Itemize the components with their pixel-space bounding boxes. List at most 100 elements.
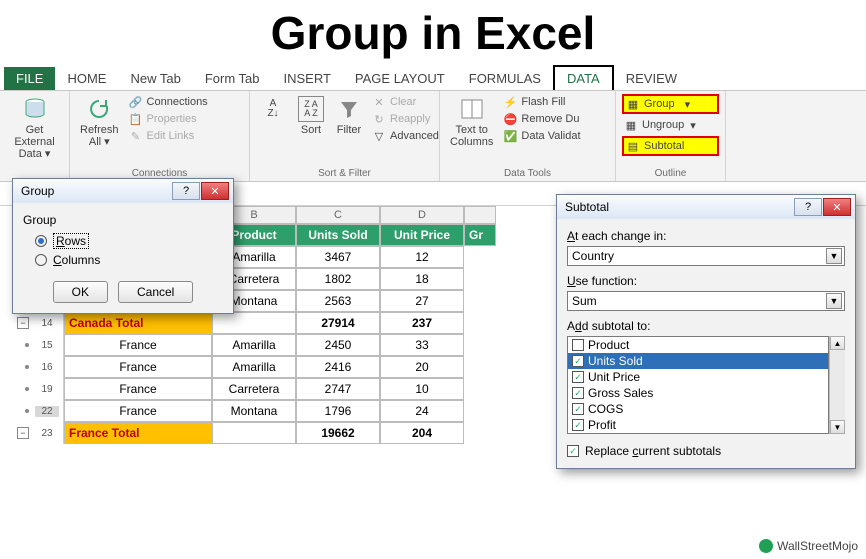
cell-price[interactable]: 27 — [380, 290, 464, 312]
cell-country[interactable]: France Total — [64, 422, 212, 444]
row-number[interactable]: 19 — [35, 384, 59, 395]
row-number[interactable]: 14 — [35, 318, 59, 329]
add-subtotal-listbox[interactable]: Product✓Units Sold✓Unit Price✓Gross Sale… — [567, 336, 829, 434]
listbox-item[interactable]: ✓Units Sold — [568, 353, 828, 369]
checkbox-icon[interactable]: ✓ — [572, 419, 584, 431]
cell-units[interactable]: 27914 — [296, 312, 380, 334]
subtotal-button[interactable]: ▤Subtotal — [622, 136, 719, 156]
row-number[interactable]: 23 — [35, 428, 59, 439]
header-units[interactable]: Units Sold — [296, 224, 380, 246]
ungroup-button[interactable]: ▦Ungroup▾ — [622, 117, 719, 133]
sort-button[interactable]: Z AA Z Sort — [294, 94, 328, 144]
cell-product[interactable]: Amarilla — [212, 334, 296, 356]
cell-price[interactable]: 204 — [380, 422, 464, 444]
sort-az-button[interactable]: AZ↓ — [256, 94, 290, 144]
tab-insert[interactable]: INSERT — [271, 67, 342, 90]
cell-units[interactable]: 1796 — [296, 400, 380, 422]
filter-button[interactable]: Filter — [332, 94, 366, 144]
cell-price[interactable]: 20 — [380, 356, 464, 378]
chevron-down-icon[interactable]: ▼ — [826, 248, 842, 264]
cell-product[interactable] — [212, 422, 296, 444]
cell-price[interactable]: 33 — [380, 334, 464, 356]
tab-home[interactable]: HOME — [55, 67, 118, 90]
row-number[interactable]: 15 — [35, 340, 59, 351]
clear-filter-button[interactable]: ✕Clear — [370, 94, 441, 110]
tab-data[interactable]: DATA — [553, 65, 614, 90]
dialog-help-button[interactable]: ? — [794, 198, 822, 216]
group-columns-radio[interactable]: Columns — [35, 253, 223, 267]
listbox-item[interactable]: ✓Gross Sales — [568, 385, 828, 401]
checkbox-icon[interactable]: ✓ — [572, 355, 584, 367]
cell-price[interactable]: 237 — [380, 312, 464, 334]
connections-button[interactable]: 🔗Connections — [127, 94, 210, 110]
cell-price[interactable]: 12 — [380, 246, 464, 268]
cell-country[interactable]: France — [64, 400, 212, 422]
dialog-close-button[interactable]: ✕ — [823, 198, 851, 216]
cell-product[interactable]: Carretera — [212, 378, 296, 400]
tab-review[interactable]: REVIEW — [614, 67, 689, 90]
listbox-item[interactable]: Product — [568, 337, 828, 353]
cell-country[interactable]: France — [64, 334, 212, 356]
cell-units[interactable]: 3467 — [296, 246, 380, 268]
checkbox-icon[interactable]: ✓ — [572, 403, 584, 415]
dialog-help-button[interactable]: ? — [172, 182, 200, 200]
checkbox-icon[interactable]: ✓ — [572, 387, 584, 399]
advanced-filter-button[interactable]: ▽Advanced — [370, 128, 441, 144]
cell-product[interactable]: Montana — [212, 400, 296, 422]
cell-country[interactable]: France — [64, 356, 212, 378]
function-combo[interactable]: Sum▼ — [567, 291, 845, 311]
collapse-button[interactable]: − — [17, 427, 29, 439]
tab-new[interactable]: New Tab — [118, 67, 192, 90]
group-ok-button[interactable]: OK — [53, 281, 108, 303]
refresh-all-button[interactable]: Refresh All ▾ — [76, 94, 123, 150]
edit-links-button[interactable]: ✎Edit Links — [127, 128, 210, 144]
remove-duplicates-button[interactable]: ⛔Remove Du — [501, 111, 582, 127]
get-external-data-button[interactable]: Get External Data ▾ — [6, 94, 63, 162]
cell-units[interactable]: 2747 — [296, 378, 380, 400]
cell-price[interactable]: 10 — [380, 378, 464, 400]
cell-price[interactable]: 24 — [380, 400, 464, 422]
col-header-e[interactable] — [464, 206, 496, 224]
listbox-item[interactable]: ✓Profit — [568, 417, 828, 433]
cell-units[interactable]: 2416 — [296, 356, 380, 378]
header-gross[interactable]: Gr — [464, 224, 496, 246]
group-rows-radio[interactable]: RRowsows — [35, 233, 223, 249]
properties-button[interactable]: 📋Properties — [127, 111, 210, 127]
tab-pagelayout[interactable]: PAGE LAYOUT — [343, 67, 457, 90]
checkbox-icon[interactable] — [572, 339, 584, 351]
listbox-item[interactable]: ✓Unit Price — [568, 369, 828, 385]
row-number[interactable]: 22 — [35, 406, 59, 417]
tab-formulas[interactable]: FORMULAS — [457, 67, 553, 90]
scroll-up-icon[interactable]: ▲ — [830, 336, 845, 350]
cell-units[interactable]: 2450 — [296, 334, 380, 356]
cell-price[interactable]: 18 — [380, 268, 464, 290]
checkbox-icon[interactable]: ✓ — [572, 371, 584, 383]
scroll-down-icon[interactable]: ▼ — [830, 420, 845, 434]
col-header-d[interactable]: D — [380, 206, 464, 224]
tab-form[interactable]: Form Tab — [193, 67, 272, 90]
replace-subtotals-checkbox[interactable]: ✓Replace current subtotals — [567, 444, 845, 458]
cell-country[interactable]: France — [64, 378, 212, 400]
dialog-close-button[interactable]: ✕ — [201, 182, 229, 200]
group-button[interactable]: ▦Group▾ — [622, 94, 719, 114]
cell-units[interactable]: 2563 — [296, 290, 380, 312]
chevron-down-icon[interactable]: ▼ — [826, 293, 842, 309]
cell-country[interactable]: Canada Total — [64, 312, 212, 334]
cell-units[interactable]: 1802 — [296, 268, 380, 290]
collapse-button[interactable]: − — [17, 317, 29, 329]
text-to-columns-button[interactable]: Text to Columns — [446, 94, 497, 150]
reapply-button[interactable]: ↻Reapply — [370, 111, 441, 127]
col-header-c[interactable]: C — [296, 206, 380, 224]
tab-file[interactable]: FILE — [4, 67, 55, 90]
row-number[interactable]: 16 — [35, 362, 59, 373]
listbox-scrollbar[interactable]: ▲ ▼ — [829, 336, 845, 434]
group-cancel-button[interactable]: Cancel — [118, 281, 193, 303]
listbox-item[interactable]: ✓COGS — [568, 401, 828, 417]
cell-product[interactable]: Amarilla — [212, 356, 296, 378]
flash-fill-button[interactable]: ⚡Flash Fill — [501, 94, 582, 110]
cell-units[interactable]: 19662 — [296, 422, 380, 444]
header-price[interactable]: Unit Price — [380, 224, 464, 246]
change-combo[interactable]: Country▼ — [567, 246, 845, 266]
cell-product[interactable] — [212, 312, 296, 334]
data-validation-button[interactable]: ✅Data Validat — [501, 128, 582, 144]
